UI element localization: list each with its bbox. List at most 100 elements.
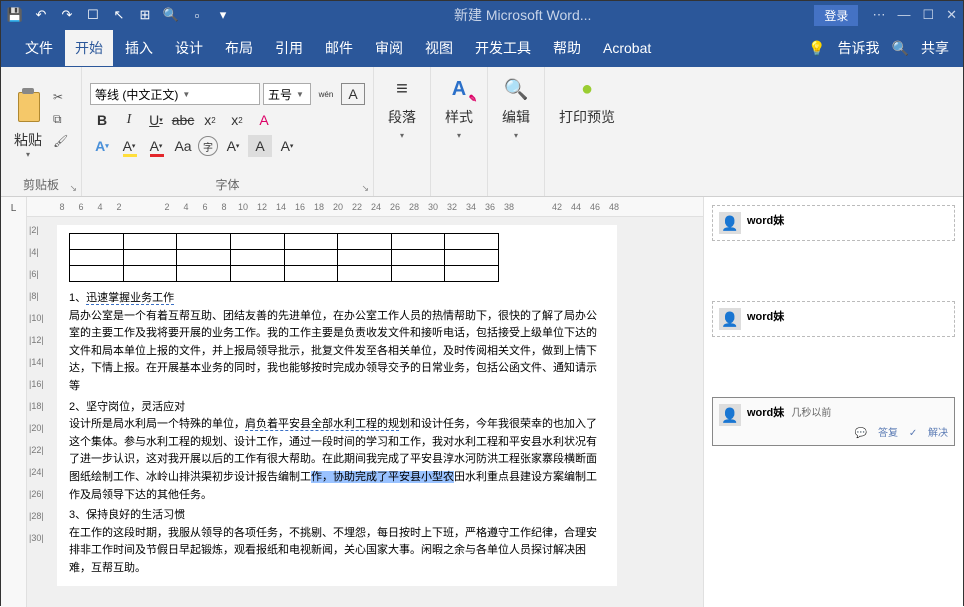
grow-font-button[interactable]: A▾	[221, 135, 245, 157]
body-text[interactable]: 设计所是局水利局一个特殊的单位，肩负着平安县全部水利工程的规划和设计任务，今年我…	[69, 416, 605, 504]
qat-icon-2[interactable]: ⊞	[137, 7, 153, 23]
body-text[interactable]: 局办公室是一个有着互帮互助、团结友善的先进单位，在办公室工作人员的热情帮助下，很…	[69, 308, 605, 396]
underline-button[interactable]: U▾	[144, 109, 168, 131]
page-canvas[interactable]: |2||4||6||8||10||12||14||16||18||20||22|…	[27, 217, 703, 607]
group-editing: 🔍 编辑 ▾	[488, 67, 545, 196]
group-print-preview: ● 打印预览	[545, 67, 629, 196]
qat-dropdown-icon[interactable]: ▾	[215, 7, 231, 23]
copy-icon[interactable]: ⧉	[53, 112, 73, 128]
window-controls: ⋯ — ☐ ✕	[872, 7, 957, 23]
superscript-button[interactable]: x2	[225, 109, 249, 131]
strike-button[interactable]: abc	[171, 109, 195, 131]
bold-button[interactable]: B	[90, 109, 114, 131]
close-icon[interactable]: ✕	[946, 7, 957, 23]
menu-mail[interactable]: 邮件	[315, 30, 363, 66]
document-area: 8642246810121416182022242628303234363842…	[27, 197, 703, 607]
qat-zoom-icon[interactable]: 🔍	[163, 7, 179, 23]
menu-file[interactable]: 文件	[15, 30, 63, 66]
print-preview-icon[interactable]: ●	[573, 75, 601, 103]
qat-cursor-icon[interactable]: ↖	[111, 7, 127, 23]
share-label[interactable]: 共享	[921, 38, 949, 58]
comment-author: word妹	[747, 311, 784, 323]
font-size-select[interactable]: 五号▼	[263, 83, 311, 105]
chevron-down-icon: ▼	[182, 90, 190, 99]
font-name-select[interactable]: 等线 (中文正文)▼	[90, 83, 260, 105]
editing-label: 编辑	[502, 107, 530, 127]
comment-time: 几秒以前	[791, 408, 831, 419]
menu-bar: 文件 开始 插入 设计 布局 引用 邮件 审阅 视图 开发工具 帮助 Acrob…	[1, 29, 963, 67]
minimize-icon[interactable]: —	[897, 7, 910, 23]
qat-icon-1[interactable]: ☐	[85, 7, 101, 23]
char-shading-button[interactable]: A	[248, 135, 272, 157]
group-styles: A✎ 样式 ▾	[431, 67, 488, 196]
body-text[interactable]: 在工作的这段时期，我服从领导的各项任务，不挑剔、不埋怨，每日按时上下班，严格遵守…	[69, 525, 605, 578]
menu-acrobat[interactable]: Acrobat	[593, 32, 661, 64]
change-case-button[interactable]: Aa	[171, 135, 195, 157]
tracked-text: 肩负着平安县全部水利工程的规	[245, 418, 399, 431]
clear-format-button[interactable]: A	[252, 109, 276, 131]
redo-icon[interactable]: ↷	[59, 7, 75, 23]
subscript-button[interactable]: x2	[198, 109, 222, 131]
paragraph-icon[interactable]: ≡	[388, 75, 416, 103]
save-icon[interactable]: 💾	[7, 7, 23, 23]
menu-home[interactable]: 开始	[65, 30, 113, 66]
horizontal-ruler[interactable]: 8642246810121416182022242628303234363842…	[27, 197, 703, 217]
menu-view[interactable]: 视图	[415, 30, 463, 66]
italic-button[interactable]: I	[117, 109, 141, 131]
cut-icon[interactable]: ✂	[53, 90, 73, 106]
quick-access-toolbar: 💾 ↶ ↷ ☐ ↖ ⊞ 🔍 ▫ ▾	[7, 7, 231, 23]
group-paragraph: ≡ 段落 ▾	[374, 67, 431, 196]
highlight-button[interactable]: A▾	[117, 135, 141, 157]
clipboard-launcher-icon[interactable]: ↘	[69, 183, 77, 194]
menu-references[interactable]: 引用	[265, 30, 313, 66]
phonetic-guide-button[interactable]: wén	[314, 83, 338, 105]
menu-help[interactable]: 帮助	[543, 30, 591, 66]
menu-dev[interactable]: 开发工具	[465, 30, 541, 66]
font-color-button[interactable]: A▾	[144, 135, 168, 157]
page[interactable]: 1、迅速掌握业务工作 局办公室是一个有着互帮互助、团结友善的先进单位，在办公室工…	[57, 225, 617, 586]
menu-insert[interactable]: 插入	[115, 30, 163, 66]
comment-item[interactable]: 👤 word妹	[712, 205, 955, 241]
comment-item[interactable]: 👤 word妹	[712, 301, 955, 337]
qat-icon-3[interactable]: ▫	[189, 7, 205, 23]
comment-author: word妹	[747, 407, 784, 419]
document-table[interactable]	[69, 233, 499, 282]
avatar-icon: 👤	[719, 308, 741, 330]
tellme-icon[interactable]: 💡	[808, 40, 825, 57]
comment-item-selected[interactable]: 👤 word妹 几秒以前 💬 答复 ✓ 解决	[712, 397, 955, 446]
avatar-icon: 👤	[719, 404, 741, 426]
char-border-button[interactable]: A	[341, 83, 365, 105]
comment-author: word妹	[747, 215, 784, 227]
group-font: 等线 (中文正文)▼ 五号▼ wén A B I U▾ abc x2 x2 A …	[82, 67, 374, 196]
menu-layout[interactable]: 布局	[215, 30, 263, 66]
ribbon-options-icon[interactable]: ⋯	[872, 7, 885, 23]
maximize-icon[interactable]: ☐	[922, 7, 934, 23]
comments-pane: 👤 word妹 👤 word妹 👤 word妹 几秒以前 💬 答复 ✓ 解决	[703, 197, 963, 607]
paragraph-label: 段落	[388, 107, 416, 127]
tracked-text[interactable]: 迅速掌握业务工作	[86, 292, 174, 305]
format-painter-icon[interactable]: 🖌	[53, 134, 73, 150]
styles-icon[interactable]: A✎	[445, 75, 473, 103]
text-effect-button[interactable]: A▾	[90, 135, 114, 157]
undo-icon[interactable]: ↶	[33, 7, 49, 23]
menu-review[interactable]: 审阅	[365, 30, 413, 66]
group-clipboard: 粘贴▾ ✂ ⧉ 🖌 剪贴板↘	[1, 67, 82, 196]
login-button[interactable]: 登录	[814, 5, 858, 26]
paste-label: 粘贴	[14, 130, 42, 150]
enclose-char-button[interactable]: 字	[198, 136, 218, 156]
chevron-down-icon: ▼	[296, 90, 304, 99]
clipboard-group-label: 剪贴板	[23, 178, 59, 192]
menu-design[interactable]: 设计	[165, 30, 213, 66]
vertical-ruler: L	[1, 197, 27, 607]
find-icon[interactable]: 🔍	[502, 75, 530, 103]
tellme-label[interactable]: 告诉我	[838, 38, 880, 58]
ribbon: 粘贴▾ ✂ ⧉ 🖌 剪贴板↘ 等线 (中文正文)▼ 五号▼ wén A B I	[1, 67, 963, 197]
paste-button[interactable]	[9, 82, 47, 130]
asian-layout-button[interactable]: A▾	[275, 135, 299, 157]
paste-icon	[12, 86, 44, 126]
reply-button[interactable]: 💬 答复	[855, 428, 898, 439]
styles-label: 样式	[445, 107, 473, 127]
resolve-button[interactable]: ✓ 解决	[909, 428, 948, 439]
font-launcher-icon[interactable]: ↘	[361, 183, 369, 194]
share-icon[interactable]: 🔍	[892, 40, 909, 57]
